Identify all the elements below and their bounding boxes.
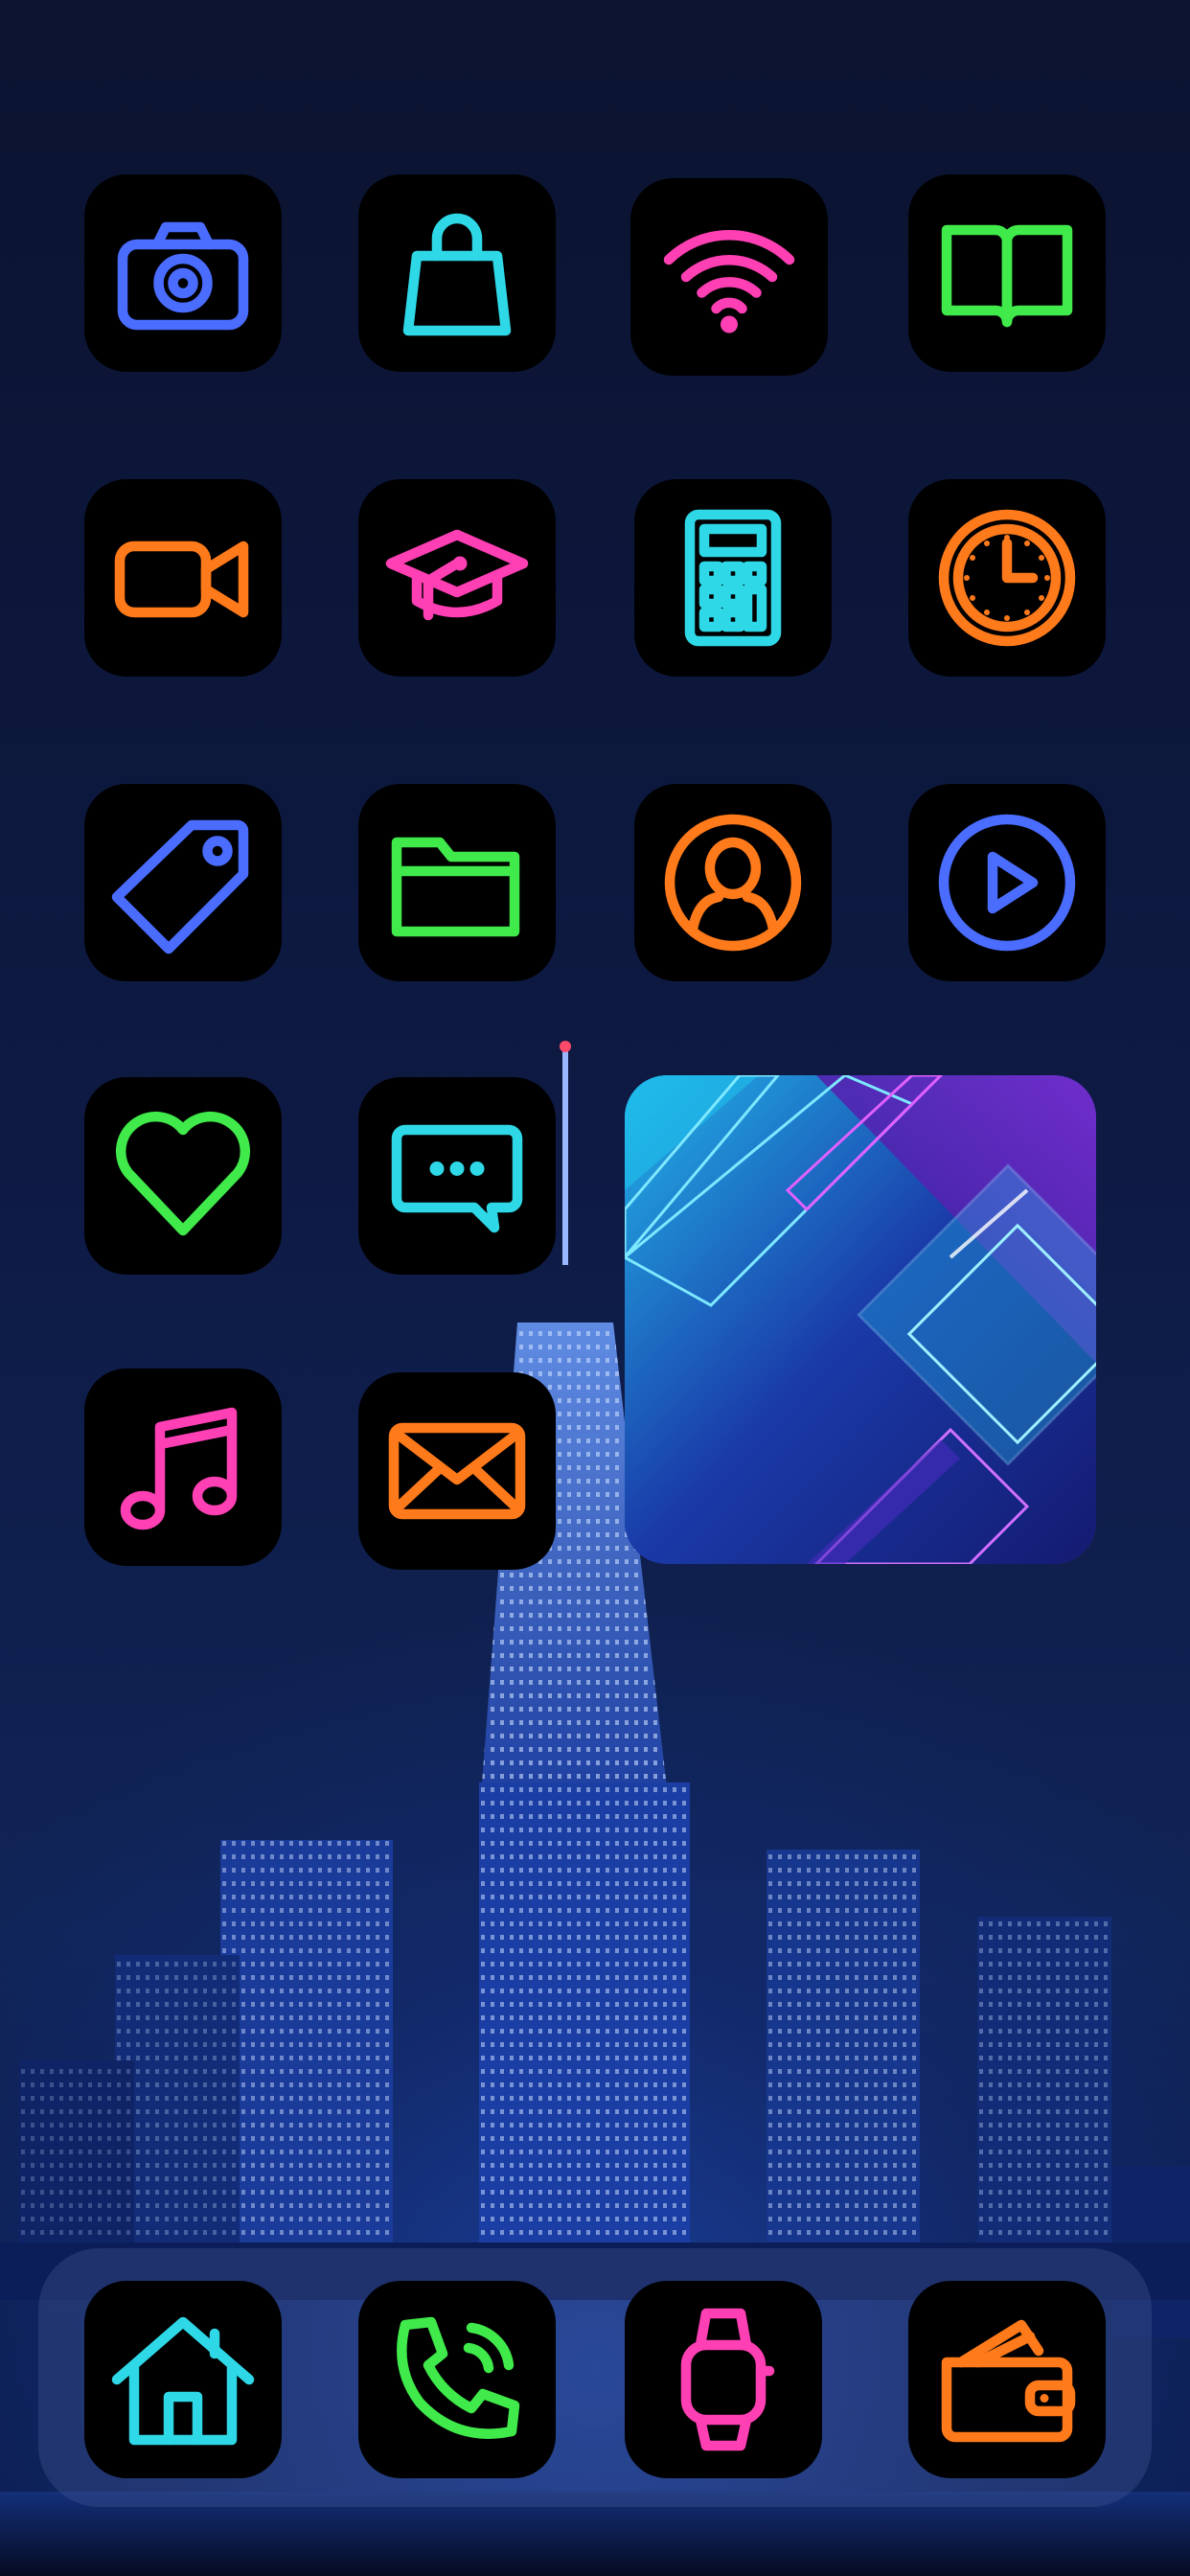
clock-icon <box>938 509 1076 647</box>
facetime-app-icon[interactable] <box>84 479 282 677</box>
home-app-icon[interactable] <box>84 2281 282 2478</box>
book-icon <box>941 224 1073 328</box>
video-camera-icon <box>114 540 249 618</box>
watch-app-icon[interactable] <box>625 2281 822 2478</box>
education-app-icon[interactable] <box>358 479 556 677</box>
phone-icon <box>397 2316 520 2439</box>
graduation-cap-icon <box>385 529 529 621</box>
music-icon <box>120 1407 238 1530</box>
mail-icon <box>388 1422 526 1520</box>
camera-app-icon[interactable] <box>84 174 282 372</box>
shopping-bag-icon <box>402 213 512 336</box>
tag-icon <box>111 819 249 954</box>
contacts-icon <box>664 814 802 952</box>
music-app-icon[interactable] <box>84 1368 282 1566</box>
health-app-icon[interactable] <box>84 1077 282 1275</box>
phone-app-icon[interactable] <box>358 2281 556 2478</box>
folder-icon <box>391 837 520 937</box>
messages-app-icon[interactable] <box>358 1077 556 1275</box>
wallet-icon <box>941 2319 1076 2443</box>
clock-app-icon[interactable] <box>908 479 1106 677</box>
tags-app-icon[interactable] <box>84 784 282 981</box>
neon-geometric-photo-widget[interactable] <box>625 1075 1096 1564</box>
watch-icon <box>680 2308 775 2451</box>
books-app-icon[interactable] <box>908 174 1106 372</box>
camera-icon <box>117 221 249 331</box>
play-icon <box>938 814 1076 952</box>
calculator-app-icon[interactable] <box>634 479 832 677</box>
media-player-app-icon[interactable] <box>908 784 1106 981</box>
wifi-app-icon[interactable] <box>630 178 828 376</box>
calculator-icon <box>684 509 782 647</box>
heart-icon <box>115 1111 251 1236</box>
home-icon <box>111 2316 255 2446</box>
wallet-app-icon[interactable] <box>908 2281 1106 2478</box>
contacts-app-icon[interactable] <box>634 784 832 981</box>
wifi-icon <box>663 230 795 334</box>
mail-app-icon[interactable] <box>358 1372 556 1570</box>
geometric-artwork <box>625 1075 1096 1564</box>
shopping-app-icon[interactable] <box>358 174 556 372</box>
message-icon <box>391 1124 523 1233</box>
files-app-icon[interactable] <box>358 784 556 981</box>
